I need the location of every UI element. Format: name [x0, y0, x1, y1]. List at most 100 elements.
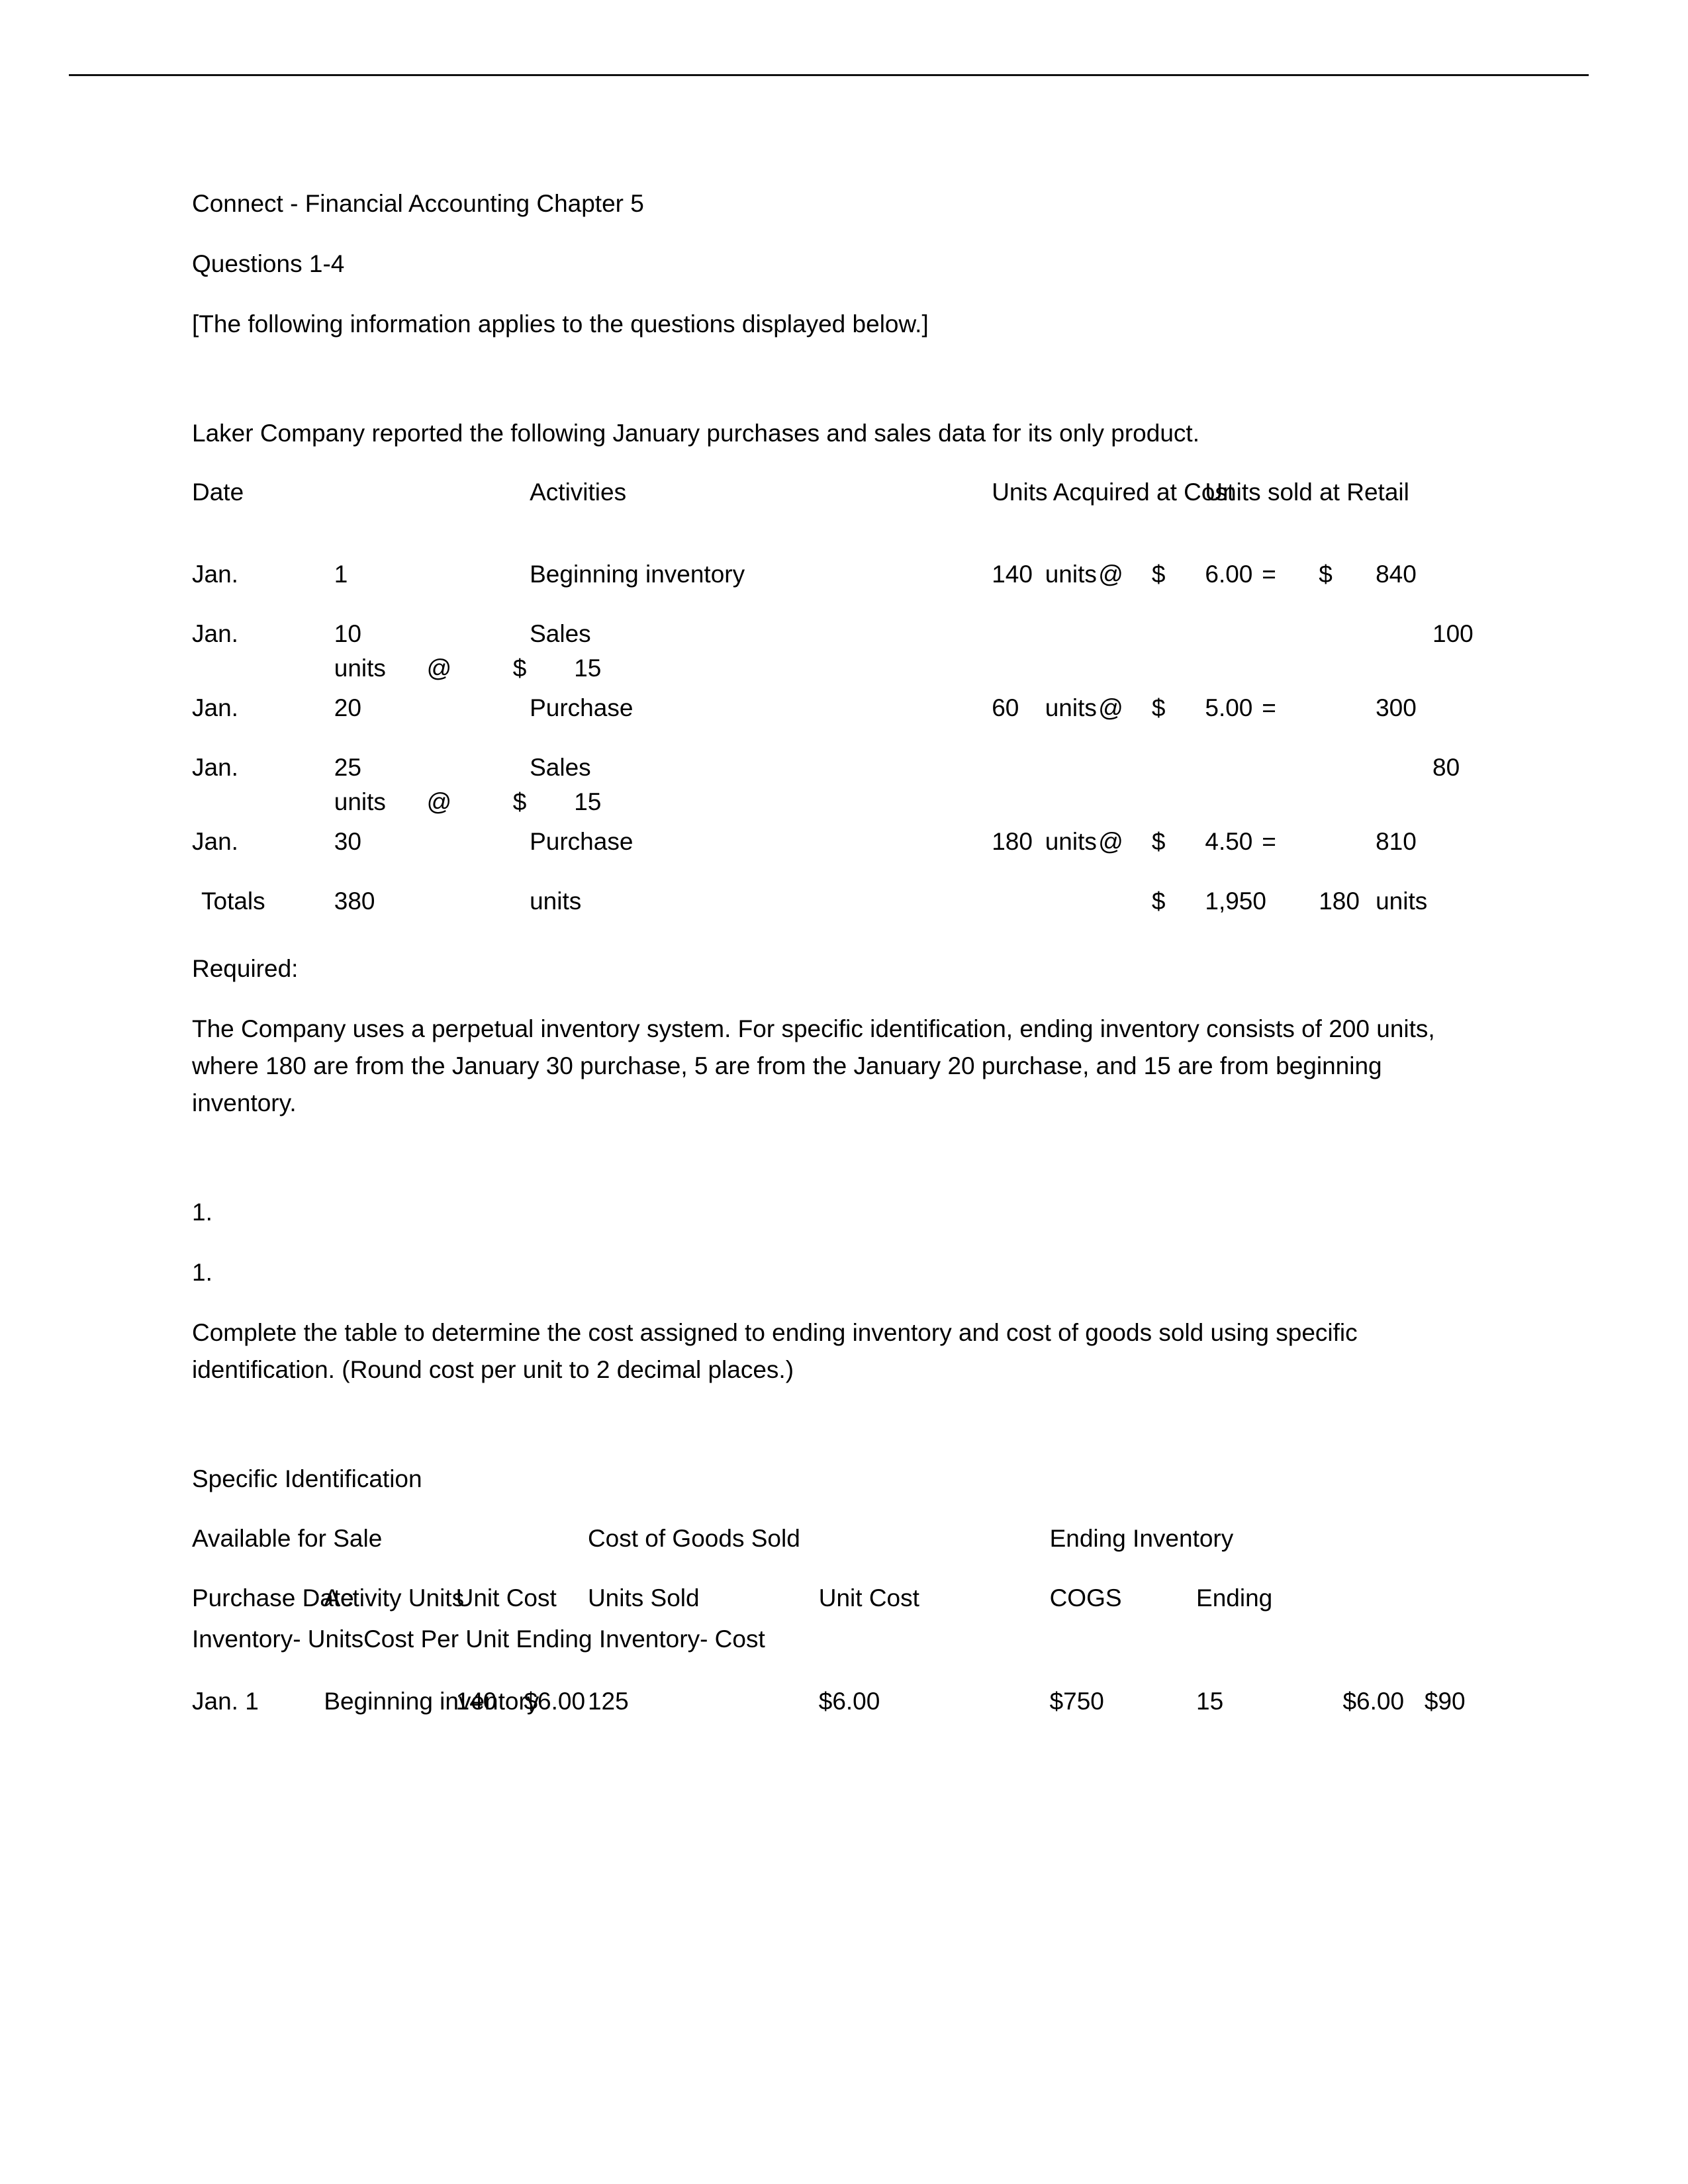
cell-ending-cost: $90 — [1424, 1688, 1466, 1715]
question-number-inner: 1. — [192, 1259, 212, 1286]
col-header-wrap-line: Inventory- UnitsCost Per Unit Ending Inv… — [192, 1625, 765, 1653]
purchases-sales-table: Date Activities Units Acquired at Cost U… — [192, 475, 1489, 919]
row-amount: 300 — [1376, 694, 1417, 721]
row-dollar-symbol-2 — [1319, 617, 1376, 651]
table-row: Jan. 1 Beginning inventory 140 units @ $… — [192, 557, 1489, 592]
question-prompt: Complete the table to determine the cost… — [192, 1319, 1364, 1383]
totals-dollar-symbol: $ — [1151, 887, 1166, 915]
col-header-unit-cost: Unit Cost — [455, 1584, 557, 1612]
header-activities: Activities — [530, 478, 627, 506]
required-heading: Required: — [192, 955, 299, 982]
row-dollar-symbol-2: $ — [1319, 561, 1333, 588]
row-at-symbol: @ — [1098, 694, 1123, 721]
row-month: Jan. — [192, 754, 238, 781]
spacer-row — [192, 686, 1489, 691]
row-unit-cost — [1205, 751, 1262, 785]
document-body: Connect - Financial Accounting Chapter 5… — [192, 185, 1489, 1719]
totals-sold-units-label: units — [1376, 887, 1428, 915]
row-month: Jan. — [192, 561, 238, 588]
row-unit-cost — [1205, 617, 1262, 651]
col-header-activity: Activity — [324, 1584, 402, 1612]
row-day: 30 — [334, 828, 361, 855]
totals-units-label: units — [530, 887, 582, 915]
row-day: 1 — [334, 561, 348, 588]
spacer-row — [192, 859, 1489, 884]
cell-cogs: $750 — [1049, 1688, 1104, 1715]
row-activity: Sales — [530, 620, 591, 647]
cell-unit-cost-2: $6.00 — [818, 1688, 880, 1715]
intro-paragraph: Laker Company reported the following Jan… — [192, 420, 1199, 447]
row-equals-symbol — [1262, 751, 1319, 785]
row-sales-price-wrap: units @ $ 15 — [334, 788, 602, 815]
col-header-ending: Ending — [1196, 1584, 1273, 1612]
row-month: Jan. — [192, 828, 238, 855]
row-retail-units: 100 — [1432, 620, 1474, 647]
row-units-label: units — [1045, 828, 1097, 855]
col-header-purchase-date: Purchase Date — [192, 1584, 354, 1612]
col-header-space — [402, 1584, 408, 1612]
column-header-wrap-row: Inventory- UnitsCost Per Unit Ending Inv… — [192, 1621, 1489, 1657]
row-equals-symbol: = — [1262, 828, 1276, 855]
spacer-row — [192, 1657, 1489, 1684]
table-row: Jan. 1 Beginning inventory 140 $6.00 125… — [192, 1684, 1489, 1719]
row-at-symbol: @ — [1098, 828, 1123, 855]
row-amount: 840 — [1376, 561, 1417, 588]
row-unit-cost: 5.00 — [1205, 694, 1253, 721]
row-dollar-symbol — [1152, 617, 1205, 651]
row-dollar-symbol: $ — [1151, 561, 1166, 588]
cell-units-and-unitcost: 140 $6.00 — [456, 1684, 588, 1719]
row-retail-units: 80 — [1432, 754, 1460, 781]
col-header-activity-units: Activity Units — [324, 1580, 464, 1621]
cell-ending-units: 15 — [1196, 1688, 1224, 1715]
row-month: Jan. — [192, 620, 238, 647]
table-row-continuation: units @ $ 15 — [192, 651, 1489, 686]
table-row: Jan. 30 Purchase 180 units @ $ 4.50 = 81… — [192, 825, 1489, 859]
totals-sold-units: 180 — [1319, 887, 1360, 915]
row-units: 140 — [992, 561, 1033, 588]
row-day: 25 — [334, 754, 361, 781]
cell-activity: Beginning inventory — [324, 1684, 539, 1719]
cell-units-sold: 125 — [587, 1688, 629, 1715]
row-amount — [1376, 617, 1432, 651]
cell-units: 140 — [455, 1688, 497, 1715]
table-row: Jan. 20 Purchase 60 units @ $ 5.00 = 300 — [192, 691, 1489, 725]
table-row: Jan. 25 Sales 80 — [192, 751, 1489, 785]
row-activity: Beginning inventory — [530, 561, 745, 588]
spacer-row — [192, 725, 1489, 751]
row-amount — [1376, 751, 1432, 785]
row-activity: Purchase — [530, 828, 633, 855]
cell-ending-cost-per-unit: $6.00 — [1342, 1688, 1405, 1715]
group-header-row: Available for Sale Cost of Goods Sold En… — [192, 1521, 1489, 1580]
applies-note: [The following information applies to th… — [192, 310, 929, 338]
totals-row: Totals 380 units $ 1,950 180 units — [192, 884, 1489, 919]
spacer-row — [192, 819, 1489, 825]
spacer-row — [192, 532, 1489, 557]
row-units-label — [1045, 751, 1099, 785]
row-retail-units — [1432, 691, 1489, 725]
header-units-sold: Units sold at Retail — [1205, 478, 1409, 506]
group-header-ending: Ending Inventory — [1049, 1525, 1234, 1552]
group-header-available: Available for Sale — [192, 1525, 383, 1552]
totals-amount: 1,950 — [1205, 887, 1266, 915]
row-activity: Sales — [530, 754, 591, 781]
row-units-label: units — [1045, 694, 1097, 721]
row-units: 180 — [992, 828, 1033, 855]
col-header-cogs: COGS — [1049, 1584, 1122, 1612]
row-units — [992, 751, 1045, 785]
page-title: Connect - Financial Accounting Chapter 5 — [192, 190, 644, 217]
row-units-label — [1045, 617, 1099, 651]
question-number-outer: 1. — [192, 1199, 212, 1226]
spacer-row — [192, 592, 1489, 617]
row-dollar-symbol: $ — [1151, 828, 1166, 855]
row-month: Jan. — [192, 694, 238, 721]
questions-range: Questions 1-4 — [192, 250, 345, 277]
row-equals-symbol: = — [1262, 694, 1276, 721]
row-activity: Purchase — [530, 694, 633, 721]
cell-gap — [496, 1688, 524, 1715]
row-amount: 810 — [1376, 828, 1417, 855]
row-dollar-symbol-2 — [1319, 825, 1376, 859]
